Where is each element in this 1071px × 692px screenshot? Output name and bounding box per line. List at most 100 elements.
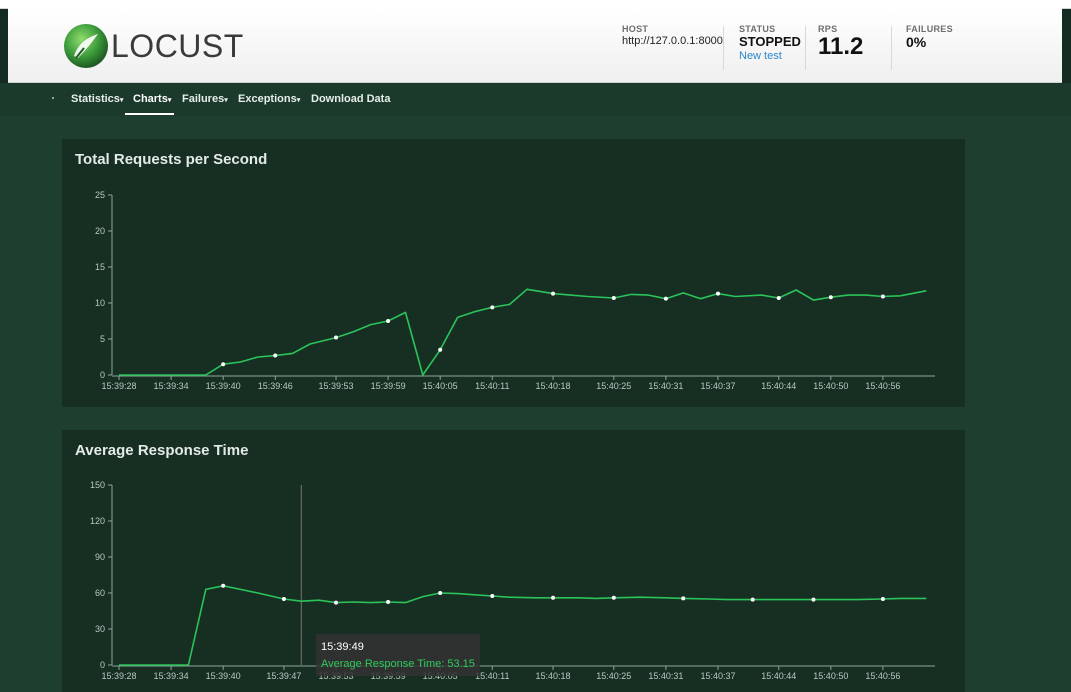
rps-chart-panel: Total Requests per Second 0 5 10 15 20 25 15:3… — [62, 139, 965, 407]
x-tick-label: 15:40:11 — [475, 381, 509, 391]
data-point — [880, 597, 885, 601]
x-tick-label: 15:40:44 — [761, 381, 796, 391]
data-point — [551, 291, 556, 296]
data-point — [221, 362, 226, 367]
data-point — [663, 296, 668, 301]
tab-charts[interactable]: Charts▾ — [133, 93, 171, 105]
tab-failures[interactable]: Failures▾ — [182, 93, 228, 105]
data-point — [490, 305, 495, 310]
tooltip-value: Average Response Time: 53.15 — [321, 658, 475, 670]
x-tick-label: 15:39:53 — [318, 381, 353, 391]
series-line — [119, 585, 927, 666]
x-tick-label: 15:40:37 — [700, 671, 735, 681]
x-tick-label: 15:39:46 — [258, 381, 293, 391]
data-point — [776, 295, 781, 300]
data-point — [386, 319, 391, 323]
chevron-down-icon: ▾ — [167, 97, 172, 104]
data-point — [811, 597, 816, 602]
failures-value: 0% — [906, 34, 927, 50]
x-tick-label: 15:39:28 — [101, 381, 136, 391]
chevron-down-icon: ▾ — [296, 97, 301, 104]
header-divider — [891, 26, 892, 70]
data-point — [281, 597, 286, 601]
x-tick-label: 15:39:59 — [371, 381, 406, 391]
data-point — [438, 591, 443, 595]
data-point — [273, 353, 278, 358]
x-tick-label: 15:39:40 — [206, 381, 241, 391]
x-tick-label: 15:40:25 — [596, 671, 631, 681]
data-point — [334, 600, 339, 605]
chevron-down-icon: ▾ — [119, 97, 124, 104]
status-stat: STATUS STOPPED New test — [739, 24, 801, 62]
data-point — [438, 347, 443, 352]
response-time-chart: 0 30 60 90 120 150 15:39:28 15:39:34 15:39:40 15:… — [90, 480, 935, 681]
y-tick-label: 5 — [100, 334, 105, 344]
data-point — [715, 291, 720, 296]
rps-stat: RPS 11.2 — [818, 24, 863, 61]
x-tick-label: 15:40:44 — [761, 671, 796, 681]
data-point — [386, 600, 391, 604]
y-tick-label: 30 — [95, 624, 105, 634]
y-tick-label: 90 — [95, 552, 105, 562]
data-point — [334, 335, 339, 340]
host-label: HOST — [622, 24, 649, 34]
failures-stat: FAILURES 0% — [906, 24, 953, 50]
new-test-link[interactable]: New test — [739, 50, 801, 62]
x-tick-label: 15:40:50 — [813, 671, 848, 681]
y-tick-label: 0 — [100, 370, 105, 380]
data-point — [611, 595, 616, 600]
rps-value: 11.2 — [818, 33, 864, 60]
x-tick-label: 15:40:18 — [536, 381, 571, 391]
x-tick-label: 15:40:31 — [648, 381, 683, 391]
data-point — [551, 595, 556, 600]
x-tick-label: 15:40:31 — [648, 671, 683, 681]
x-tick-label: 15:40:11 — [475, 671, 509, 681]
host-value: http://127.0.0.1:8000 — [622, 35, 723, 47]
data-point — [681, 596, 686, 601]
y-tick-label: 25 — [95, 190, 105, 200]
active-tab-indicator — [125, 113, 174, 115]
x-tick-label: 15:39:34 — [154, 671, 189, 681]
x-tick-label: 15:40:05 — [423, 381, 458, 391]
locust-logo-icon — [64, 24, 108, 68]
response-time-chart-panel: Average Response Time 0 30 60 90 120 150 15:39… — [62, 430, 965, 692]
tab-exceptions[interactable]: Exceptions▾ — [238, 93, 300, 105]
series-line — [119, 288, 927, 376]
y-tick-label: 20 — [95, 226, 105, 236]
status-label: STATUS — [739, 24, 776, 34]
header-divider — [723, 26, 724, 70]
x-tick-label: 15:40:18 — [536, 671, 571, 681]
header-divider — [805, 26, 806, 70]
y-tick-label: 15 — [95, 262, 105, 272]
x-tick-label: 15:40:25 — [596, 381, 631, 391]
data-point — [828, 295, 833, 300]
nav-bullet — [52, 97, 54, 99]
data-point — [221, 583, 226, 588]
nav-tabs: Statistics▾ Charts▾ Failures▾ Exceptions… — [0, 83, 1071, 116]
x-tick-label: 15:39:40 — [206, 671, 241, 681]
y-tick-label: 120 — [90, 516, 105, 526]
app-logo-text: LOCUST — [111, 28, 244, 64]
status-value: STOPPED — [739, 34, 801, 49]
x-tick-label: 15:39:47 — [266, 671, 301, 681]
y-tick-label: 10 — [95, 298, 105, 308]
y-tick-label: 150 — [90, 480, 105, 490]
tooltip-time: 15:39:49 — [321, 641, 364, 653]
data-point — [490, 594, 495, 598]
data-point — [880, 294, 885, 299]
chart-tooltip: 15:39:49 Average Response Time: 53.15 — [316, 634, 480, 676]
x-tick-label: 15:39:34 — [154, 381, 189, 391]
x-tick-label: 15:40:50 — [813, 381, 848, 391]
host-stat: HOST http://127.0.0.1:8000 — [622, 24, 723, 47]
tab-download-data[interactable]: Download Data — [311, 93, 390, 105]
header-bar: LOCUST HOST http://127.0.0.1:8000 STATUS… — [8, 8, 1062, 83]
x-tick-label: 15:40:56 — [865, 671, 900, 681]
y-tick-label: 60 — [95, 588, 105, 598]
x-tick-label: 15:40:56 — [865, 381, 900, 391]
chevron-down-icon: ▾ — [224, 97, 228, 104]
tab-statistics[interactable]: Statistics▾ — [71, 93, 123, 105]
rps-chart: 0 5 10 15 20 25 15:39:28 15:39:34 15:39:40 15:39:… — [95, 190, 935, 391]
data-point — [611, 295, 616, 300]
x-tick-label: 15:40:37 — [700, 381, 735, 391]
x-tick-label: 15:39:28 — [101, 671, 136, 681]
